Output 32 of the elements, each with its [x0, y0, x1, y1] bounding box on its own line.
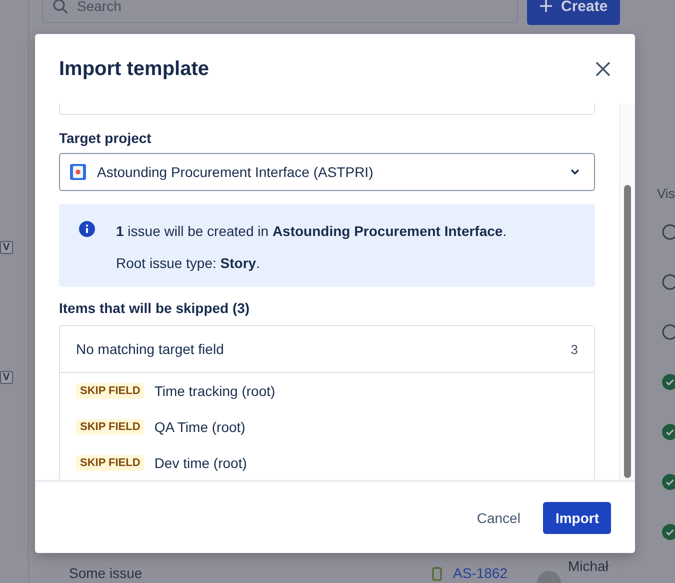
search-field[interactable]: Search	[42, 0, 518, 23]
issue-summary: Some issue	[69, 565, 142, 581]
dialog-title: Import template	[59, 58, 210, 80]
group-title: No matching target field	[76, 341, 224, 357]
field-name: QA Time (root)	[154, 419, 246, 435]
info-icon	[79, 221, 95, 237]
column-header: Vis	[657, 186, 675, 201]
close-icon	[595, 61, 611, 77]
skip-field-tag: SKIP FIELD	[76, 383, 144, 399]
create-button[interactable]: Create	[527, 0, 620, 25]
skip-field-tag: SKIP FIELD	[76, 419, 144, 435]
chevron-down-icon	[570, 169, 580, 175]
text-field[interactable]	[59, 104, 596, 115]
info-text: Root issue type: Story.	[116, 254, 261, 273]
sidebar-badge: V	[0, 241, 13, 254]
import-button[interactable]: Import	[543, 502, 611, 534]
field-label: Target project	[59, 129, 152, 148]
plus-icon	[539, 0, 553, 13]
item-count: 3	[570, 342, 578, 356]
phone-icon	[432, 567, 442, 581]
assignee-name: Michał	[568, 558, 608, 574]
search-icon	[52, 0, 68, 14]
field-name: Dev time (root)	[154, 455, 247, 471]
section-heading: Items that will be skipped (3)	[59, 299, 251, 318]
scrollbar[interactable]	[619, 104, 635, 480]
cancel-button[interactable]: Cancel	[466, 502, 530, 534]
skip-field-tag: SKIP FIELD	[76, 455, 144, 471]
project-select[interactable]: Astounding Procurement Interface (ASTPRI)	[59, 153, 596, 191]
project-icon	[70, 164, 86, 180]
info-text: 1 issue will be created in Astounding Procurement Interface.	[116, 222, 507, 241]
sidebar-badge: V	[0, 371, 13, 384]
field-name: Time tracking (root)	[154, 383, 276, 399]
